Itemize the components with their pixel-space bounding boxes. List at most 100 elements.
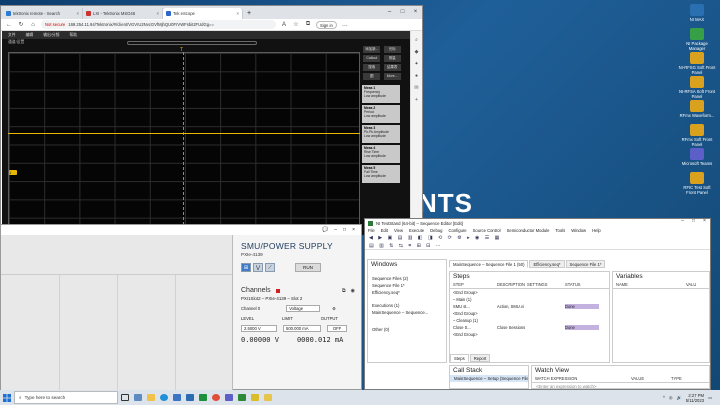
toolbar-icons[interactable]: ◀ ▶ ▣ ▤ ▥ ◧ ◨ ⟲ ⟳ ⚙ ▸ ◉ ☰ ▦ xyxy=(369,235,501,241)
minimize-icon[interactable]: – xyxy=(383,6,396,19)
app-taskbar-icon[interactable] xyxy=(248,391,261,404)
mail-icon[interactable] xyxy=(183,391,196,404)
step-row[interactable]: <End Group> xyxy=(450,331,609,338)
chat-icon[interactable]: 💬 xyxy=(322,227,328,233)
desktop-shortcut[interactable]: NI-RFSG Soft Front Panel xyxy=(678,52,716,75)
outlook-icon[interactable]: ✉ xyxy=(411,85,422,91)
doc-tab-seqfile[interactable]: Sequence File 1* xyxy=(565,260,606,268)
other-group[interactable]: Other (0) xyxy=(368,326,446,333)
ts-menu-item[interactable]: Debug xyxy=(430,228,442,233)
desktop-shortcut[interactable]: NI-RFSA Soft Front Panel xyxy=(678,76,716,99)
callout-button[interactable]: Callout xyxy=(363,55,381,62)
close-icon[interactable]: × xyxy=(157,11,159,16)
notifications-icon[interactable]: ▭ xyxy=(708,395,712,400)
ts-menu-item[interactable]: Edit xyxy=(381,228,388,233)
mode-select[interactable]: Voltage xyxy=(286,305,321,312)
app-taskbar-icon-2[interactable] xyxy=(261,391,274,404)
teams-icon[interactable] xyxy=(222,391,235,404)
sign-in-button[interactable]: Sign in xyxy=(316,20,337,29)
tools-icon[interactable]: ✦ xyxy=(411,61,422,67)
ts-menu-item[interactable]: Help xyxy=(592,228,601,233)
doc-tab-mainsequence[interactable]: MainSequence – Sequence File 1 (50) xyxy=(449,260,529,268)
edge-icon[interactable] xyxy=(157,391,170,404)
close-window-icon[interactable]: × xyxy=(409,6,422,19)
cursor-button[interactable]: 光标 xyxy=(383,46,401,53)
ts-menu-item[interactable]: File xyxy=(368,228,375,233)
ts-menu-item[interactable]: Tools xyxy=(555,228,565,233)
home-icon[interactable]: ⌂ xyxy=(29,22,37,28)
call-stack-item[interactable]: MainSequence – Setup (Sequence File 1) xyxy=(450,375,528,382)
close-icon[interactable]: × xyxy=(699,217,710,230)
url-field[interactable]: Not secure 169.254.11.94/Tektronix/#/cli… xyxy=(41,20,276,29)
column-header[interactable]: NAME xyxy=(616,282,686,287)
run-button[interactable]: RUN xyxy=(295,263,321,272)
ts-menu-item[interactable]: Execute xyxy=(409,228,424,233)
maximize-icon[interactable]: □ xyxy=(396,6,409,19)
desktop-shortcut[interactable]: RFmx Waveform... xyxy=(678,100,716,118)
task-view-icon[interactable] xyxy=(118,391,131,404)
new-tab-icon[interactable]: + xyxy=(243,8,255,19)
sequence-file-item[interactable]: Efficiency.seq* xyxy=(368,289,446,296)
clock[interactable]: 2:27 PM 5/11/2023 xyxy=(686,393,704,403)
favorite-icon[interactable]: ☆ xyxy=(292,21,300,28)
measurement-badge[interactable]: Meas 4 Rise Time Low amplitude xyxy=(362,145,400,163)
step-row[interactable]: – Cleanup (1) xyxy=(450,317,609,324)
shopping-icon[interactable]: ◆ xyxy=(411,49,422,55)
more-button[interactable]: More... xyxy=(383,73,401,80)
desktop-shortcut[interactable]: RFmx Soft Front Panel xyxy=(678,124,716,147)
executions-group[interactable]: Executions (1) xyxy=(368,302,446,309)
step-row[interactable]: <End Group> xyxy=(450,289,609,296)
column-header[interactable]: VALUE xyxy=(631,376,671,381)
step-row[interactable]: SMU st... Action, SMU.vi Done xyxy=(450,303,609,310)
dc-mode-icon[interactable]: ⊞ xyxy=(241,263,251,272)
ts-menu-item[interactable]: Window xyxy=(571,228,586,233)
teststand-taskbar-icon[interactable] xyxy=(235,391,248,404)
column-header[interactable]: STATUS xyxy=(565,282,599,287)
ts-menu-item[interactable]: Source Control xyxy=(473,228,501,233)
maximize-icon[interactable]: □ xyxy=(343,227,346,233)
measurement-badge[interactable]: Meas 1 Frequency Low amplitude xyxy=(362,85,400,103)
close-icon[interactable]: × xyxy=(77,11,79,16)
reload-icon[interactable]: ↻ xyxy=(17,21,25,28)
back-icon[interactable]: ← xyxy=(5,22,13,28)
close-icon[interactable]: × xyxy=(352,227,355,233)
channel-1-marker[interactable]: 1 xyxy=(9,170,17,175)
scope-menu-edit[interactable]: 编辑 xyxy=(26,33,34,38)
scope-zoom-handle[interactable] xyxy=(127,41,257,45)
settings-gear-icon[interactable]: ⚙ xyxy=(332,306,336,311)
minimize-icon[interactable]: – xyxy=(677,217,688,230)
tab-report[interactable]: Report xyxy=(469,354,491,362)
widgets-icon[interactable] xyxy=(131,391,144,404)
network-icon[interactable]: ◎ xyxy=(669,395,673,400)
volume-icon[interactable]: 🔊 xyxy=(676,395,681,401)
desktop-shortcut[interactable]: Microsoft Teams xyxy=(678,148,716,166)
ramp-mode-icon[interactable]: ⟋ xyxy=(265,263,275,272)
ts-menu-item[interactable]: Configure xyxy=(448,228,466,233)
start-button[interactable] xyxy=(0,391,14,405)
scope-menu-output[interactable]: 输出/分频 xyxy=(43,33,59,38)
scope-menu-file[interactable]: 文件 xyxy=(8,33,16,38)
browser-tab-lxi[interactable]: LXI - Tektronix MSO46 × xyxy=(83,8,163,19)
more-icon[interactable]: … xyxy=(341,22,349,28)
collections-icon[interactable]: ⧉ xyxy=(304,21,312,28)
add-new-button[interactable]: 添加新... xyxy=(363,46,381,53)
close-icon[interactable]: × xyxy=(237,11,239,16)
column-header[interactable]: TYPE xyxy=(671,376,682,381)
level-field[interactable]: 2.5000 V xyxy=(241,325,277,332)
measurement-badge[interactable]: Meas 5 Fall Time Low amplitude xyxy=(362,165,400,183)
column-header[interactable]: DESCRIPTION xyxy=(497,282,527,287)
trigger-marker[interactable]: T xyxy=(180,47,183,53)
add-icon[interactable]: + xyxy=(411,97,422,103)
desktop-shortcut[interactable]: NI Package Manager xyxy=(678,28,716,51)
column-header[interactable]: SETTINGS xyxy=(527,282,565,287)
desktop-shortcut[interactable]: NI MAX xyxy=(678,4,716,22)
scope-menu-help[interactable]: 帮助 xyxy=(69,33,77,38)
step-row[interactable]: – Main (1) xyxy=(450,296,609,303)
doc-tab-efficiency[interactable]: Efficiency.seq* xyxy=(529,260,565,268)
step-row[interactable]: <End Group> xyxy=(450,310,609,317)
store-icon[interactable] xyxy=(170,391,183,404)
file-explorer-icon[interactable] xyxy=(144,391,157,404)
visibility-icon[interactable]: ◉ xyxy=(351,288,355,294)
desktop-shortcut[interactable]: RFIC Test Soft Front Panel xyxy=(678,172,716,195)
browser-tab-search[interactable]: tektronix remote - Search × xyxy=(3,8,83,19)
